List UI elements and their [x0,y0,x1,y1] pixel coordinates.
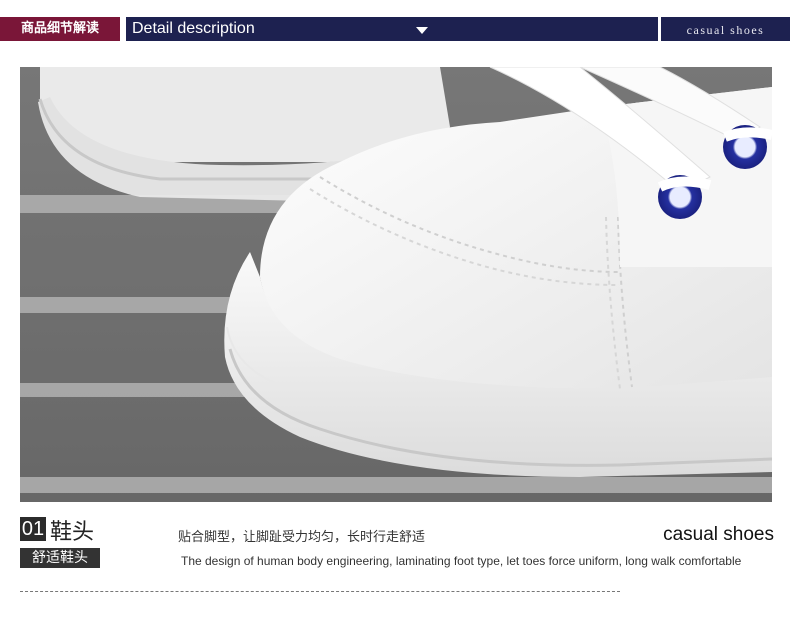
description-english: The design of human body engineering, la… [181,554,742,568]
shoe-illustration [20,67,772,502]
header-brand-label: casual shoes [661,17,790,41]
shoe-toe-photo [20,67,772,502]
section-title: 鞋头 [50,520,95,545]
dashed-divider [20,591,620,592]
header-detail-title[interactable]: Detail description [126,17,658,41]
header-category-label: 商品细节解读 [0,17,120,41]
header-detail-label: Detail description [132,20,255,37]
section-number: 01 [20,517,46,541]
brand-label: casual shoes [663,524,774,545]
caret-down-icon[interactable] [416,27,428,34]
description-chinese: 贴合脚型，让脚趾受力均匀，长时行走舒适 [178,530,426,545]
section-subtitle-tag: 舒适鞋头 [20,548,100,568]
header-bar: 商品细节解读 Detail description casual shoes [0,17,790,41]
